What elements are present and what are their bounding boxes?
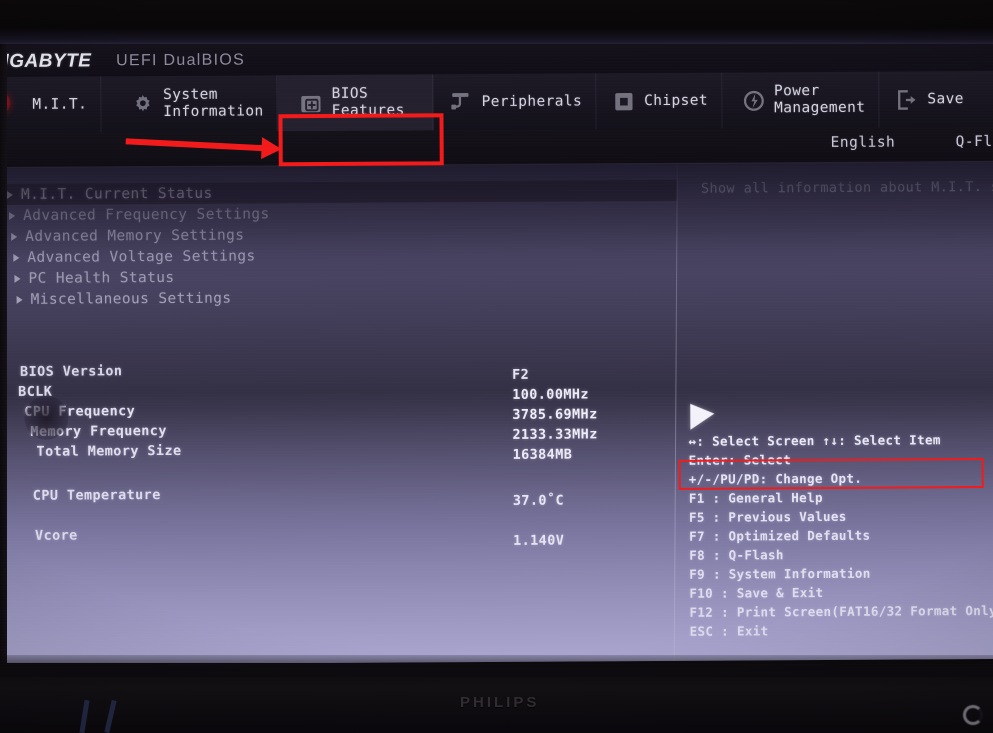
menu-label: Advanced Frequency Settings: [23, 205, 270, 224]
legend-row-f7-optimized-defaults: F7 : Optimized Defaults: [688, 527, 871, 544]
menu-label: PC Health Status: [28, 269, 175, 287]
menu-label: Advanced Memory Settings: [25, 227, 245, 245]
info-label: CPU Temperature: [32, 487, 161, 504]
legend-row-f10-save-exit: F10 : Save & Exit: [689, 584, 824, 601]
chevron-right-icon: [16, 295, 23, 304]
monitor-bezel-left: [0, 0, 7, 733]
legend-row-esc-exit: ESC : Exit: [689, 623, 769, 639]
nav-label-mit: M.I.T.: [32, 95, 88, 113]
legend-row-select-screen: ↔: Select Screen ↑↓: Select Item: [688, 432, 941, 449]
main-nav: M.I.T. System Information BIOS Features …: [0, 70, 993, 133]
menu-item-miscellaneous-settings[interactable]: Miscellaneous Settings: [2, 285, 678, 310]
gigabyte-logo: GIGABYTE: [0, 50, 92, 73]
cursor-pointer-icon: [690, 403, 715, 430]
info-row-cpu-temperature: CPU Temperature 37.0˚C: [3, 484, 679, 509]
chevron-right-icon: [6, 190, 13, 199]
power-led-icon[interactable]: [963, 705, 983, 725]
info-row-total-memory-size: Total Memory Size 16384MB: [2, 440, 678, 464]
nav-label-save-exit: Save: [927, 90, 964, 107]
bios-chip-icon: [300, 92, 323, 115]
uefi-dualbios-label: UEFI DualBIOS: [116, 51, 246, 70]
nav-label-system-information: System Information: [163, 86, 264, 121]
legend-row-f12-print-screen: F12 : Print Screen(FAT16/32 Format Only): [689, 602, 993, 620]
nav-item-peripherals[interactable]: Peripherals: [433, 73, 597, 131]
info-row-vcore: Vcore 1.140V: [3, 524, 679, 549]
content-area: M.I.T. Current Status Advanced Frequency…: [0, 161, 993, 665]
chevron-right-icon: [14, 274, 21, 283]
info-label: BIOS Version: [19, 363, 123, 380]
gear-icon: [131, 93, 154, 116]
nav-item-mit[interactable]: M.I.T.: [0, 76, 102, 133]
menu-label: Advanced Voltage Settings: [27, 247, 256, 266]
philips-logo: PHILIPS: [460, 694, 540, 711]
item-description: Show all information about M.I.T. s: [700, 178, 993, 197]
monitor-photo: GIGABYTE UEFI DualBIOS M.I.T. System Inf…: [0, 0, 993, 733]
bezel-bottom-shade: [0, 655, 993, 677]
info-label: Memory Frequency: [30, 422, 167, 440]
chevron-right-icon: [13, 253, 20, 262]
nav-label-chipset: Chipset: [644, 92, 709, 109]
q-flash-button[interactable]: Q-Fl: [956, 134, 993, 150]
settings-menu: M.I.T. Current Status Advanced Frequency…: [0, 179, 678, 310]
legend-row-f8-q-flash: F8 : Q-Flash: [689, 547, 784, 563]
nav-label-peripherals: Peripherals: [481, 92, 583, 110]
info-label: Vcore: [34, 527, 78, 544]
menu-label: Miscellaneous Settings: [30, 290, 232, 308]
nav-item-system-information[interactable]: System Information: [101, 75, 278, 133]
bezel-top-glow: [0, 28, 993, 44]
legend-row-f9-system-information: F9 : System Information: [689, 565, 871, 582]
bios-screen: GIGABYTE UEFI DualBIOS M.I.T. System Inf…: [0, 33, 993, 665]
nav-item-power-management[interactable]: Power Management: [721, 71, 880, 129]
nav-item-chipset[interactable]: Chipset: [595, 72, 723, 130]
chevron-right-icon: [11, 232, 18, 241]
info-value: 16384MB: [512, 446, 573, 463]
legend-row-f5-previous-values: F5 : Previous Values: [688, 508, 847, 525]
nav-item-save-exit[interactable]: Save: [879, 71, 977, 128]
annotation-box-bios-features: [278, 113, 444, 167]
annotation-box-select-screen: [678, 457, 984, 490]
system-info-block: BIOS Version F2 BCLK 100.00MHz CPU Frequ…: [2, 360, 678, 549]
info-label: Total Memory Size: [36, 442, 182, 460]
power-icon: [742, 89, 765, 112]
menu-label: M.I.T. Current Status: [20, 185, 213, 203]
language-selector[interactable]: English: [831, 135, 896, 151]
chipset-icon: [612, 90, 635, 113]
peripherals-icon: [450, 91, 473, 114]
info-value: 1.140V: [513, 532, 565, 549]
chevron-right-icon: [9, 211, 16, 220]
info-value: 37.0˚C: [512, 492, 565, 509]
legend-row-f1-general-help: F1 : General Help: [688, 489, 823, 506]
info-label: BCLK: [18, 383, 53, 400]
info-label: CPU Frequency: [24, 403, 136, 420]
nav-label-power-management: Power Management: [773, 82, 866, 117]
save-exit-icon: [895, 88, 918, 111]
